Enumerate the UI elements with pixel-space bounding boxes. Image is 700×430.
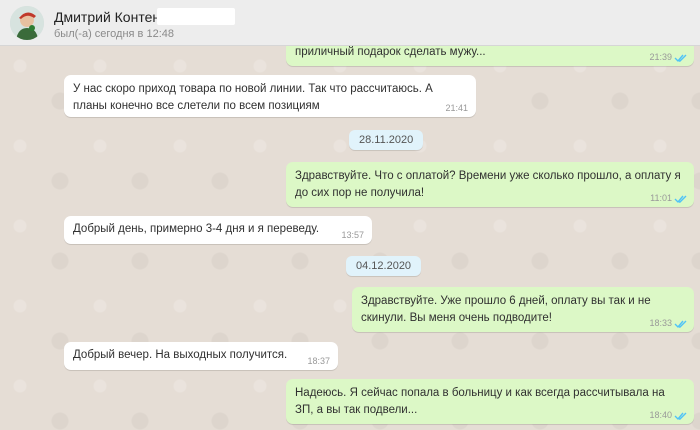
- message-incoming[interactable]: Добрый вечер. На выходных получится. 18:…: [64, 342, 338, 370]
- message-text: Здравствуйте. Уже прошло 6 дней, оплату …: [361, 295, 651, 324]
- contact-avatar[interactable]: [10, 6, 44, 40]
- message-text: У нас скоро приход товара по новой линии…: [73, 83, 433, 112]
- message-time: 18:37: [307, 356, 330, 366]
- message-outgoing[interactable]: Здравствуйте. Уже прошло 6 дней, оплату …: [352, 287, 694, 332]
- message-incoming[interactable]: Добрый день, примерно 3-4 дня и я переве…: [64, 216, 372, 244]
- last-seen-status: был(-а) сегодня в 12:48: [54, 28, 174, 40]
- message-time: 13:57: [341, 230, 364, 240]
- double-check-icon: [674, 412, 687, 421]
- message-time: 18:40: [649, 410, 672, 420]
- double-check-icon: [674, 195, 687, 204]
- message-text: приличный подарок сделать мужу...: [295, 46, 486, 58]
- message-text: Добрый день, примерно 3-4 дня и я переве…: [73, 223, 320, 235]
- message-outgoing[interactable]: Надеюсь. Я сейчас попала в больницу и ка…: [286, 379, 694, 424]
- message-text: Здравствуйте. Что с оплатой? Времени уже…: [295, 170, 681, 199]
- date-separator: 28.11.2020: [349, 130, 424, 150]
- contact-name[interactable]: Дмитрий Контент: [54, 9, 167, 25]
- message-text: Надеюсь. Я сейчас попала в больницу и ка…: [295, 387, 665, 416]
- message-incoming[interactable]: У нас скоро приход товара по новой линии…: [64, 75, 476, 117]
- message-outgoing[interactable]: Здравствуйте. Что с оплатой? Времени уже…: [286, 162, 694, 207]
- date-separator: 04.12.2020: [346, 256, 422, 276]
- avatar-image: [10, 6, 44, 40]
- message-time: 21:41: [445, 103, 468, 113]
- message-list[interactable]: приличный подарок сделать мужу... 21:39 …: [0, 46, 700, 430]
- double-check-icon: [674, 320, 687, 329]
- message-text: Добрый вечер. На выходных получится.: [73, 349, 288, 361]
- redacted-block: [157, 8, 235, 25]
- message-outgoing[interactable]: приличный подарок сделать мужу... 21:39: [286, 46, 694, 66]
- chat-header: Дмитрий Контент был(-а) сегодня в 12:48: [0, 0, 700, 46]
- double-check-icon: [674, 54, 687, 63]
- message-time: 21:39: [649, 52, 672, 62]
- message-time: 18:33: [649, 318, 672, 328]
- message-time: 11:01: [650, 193, 672, 203]
